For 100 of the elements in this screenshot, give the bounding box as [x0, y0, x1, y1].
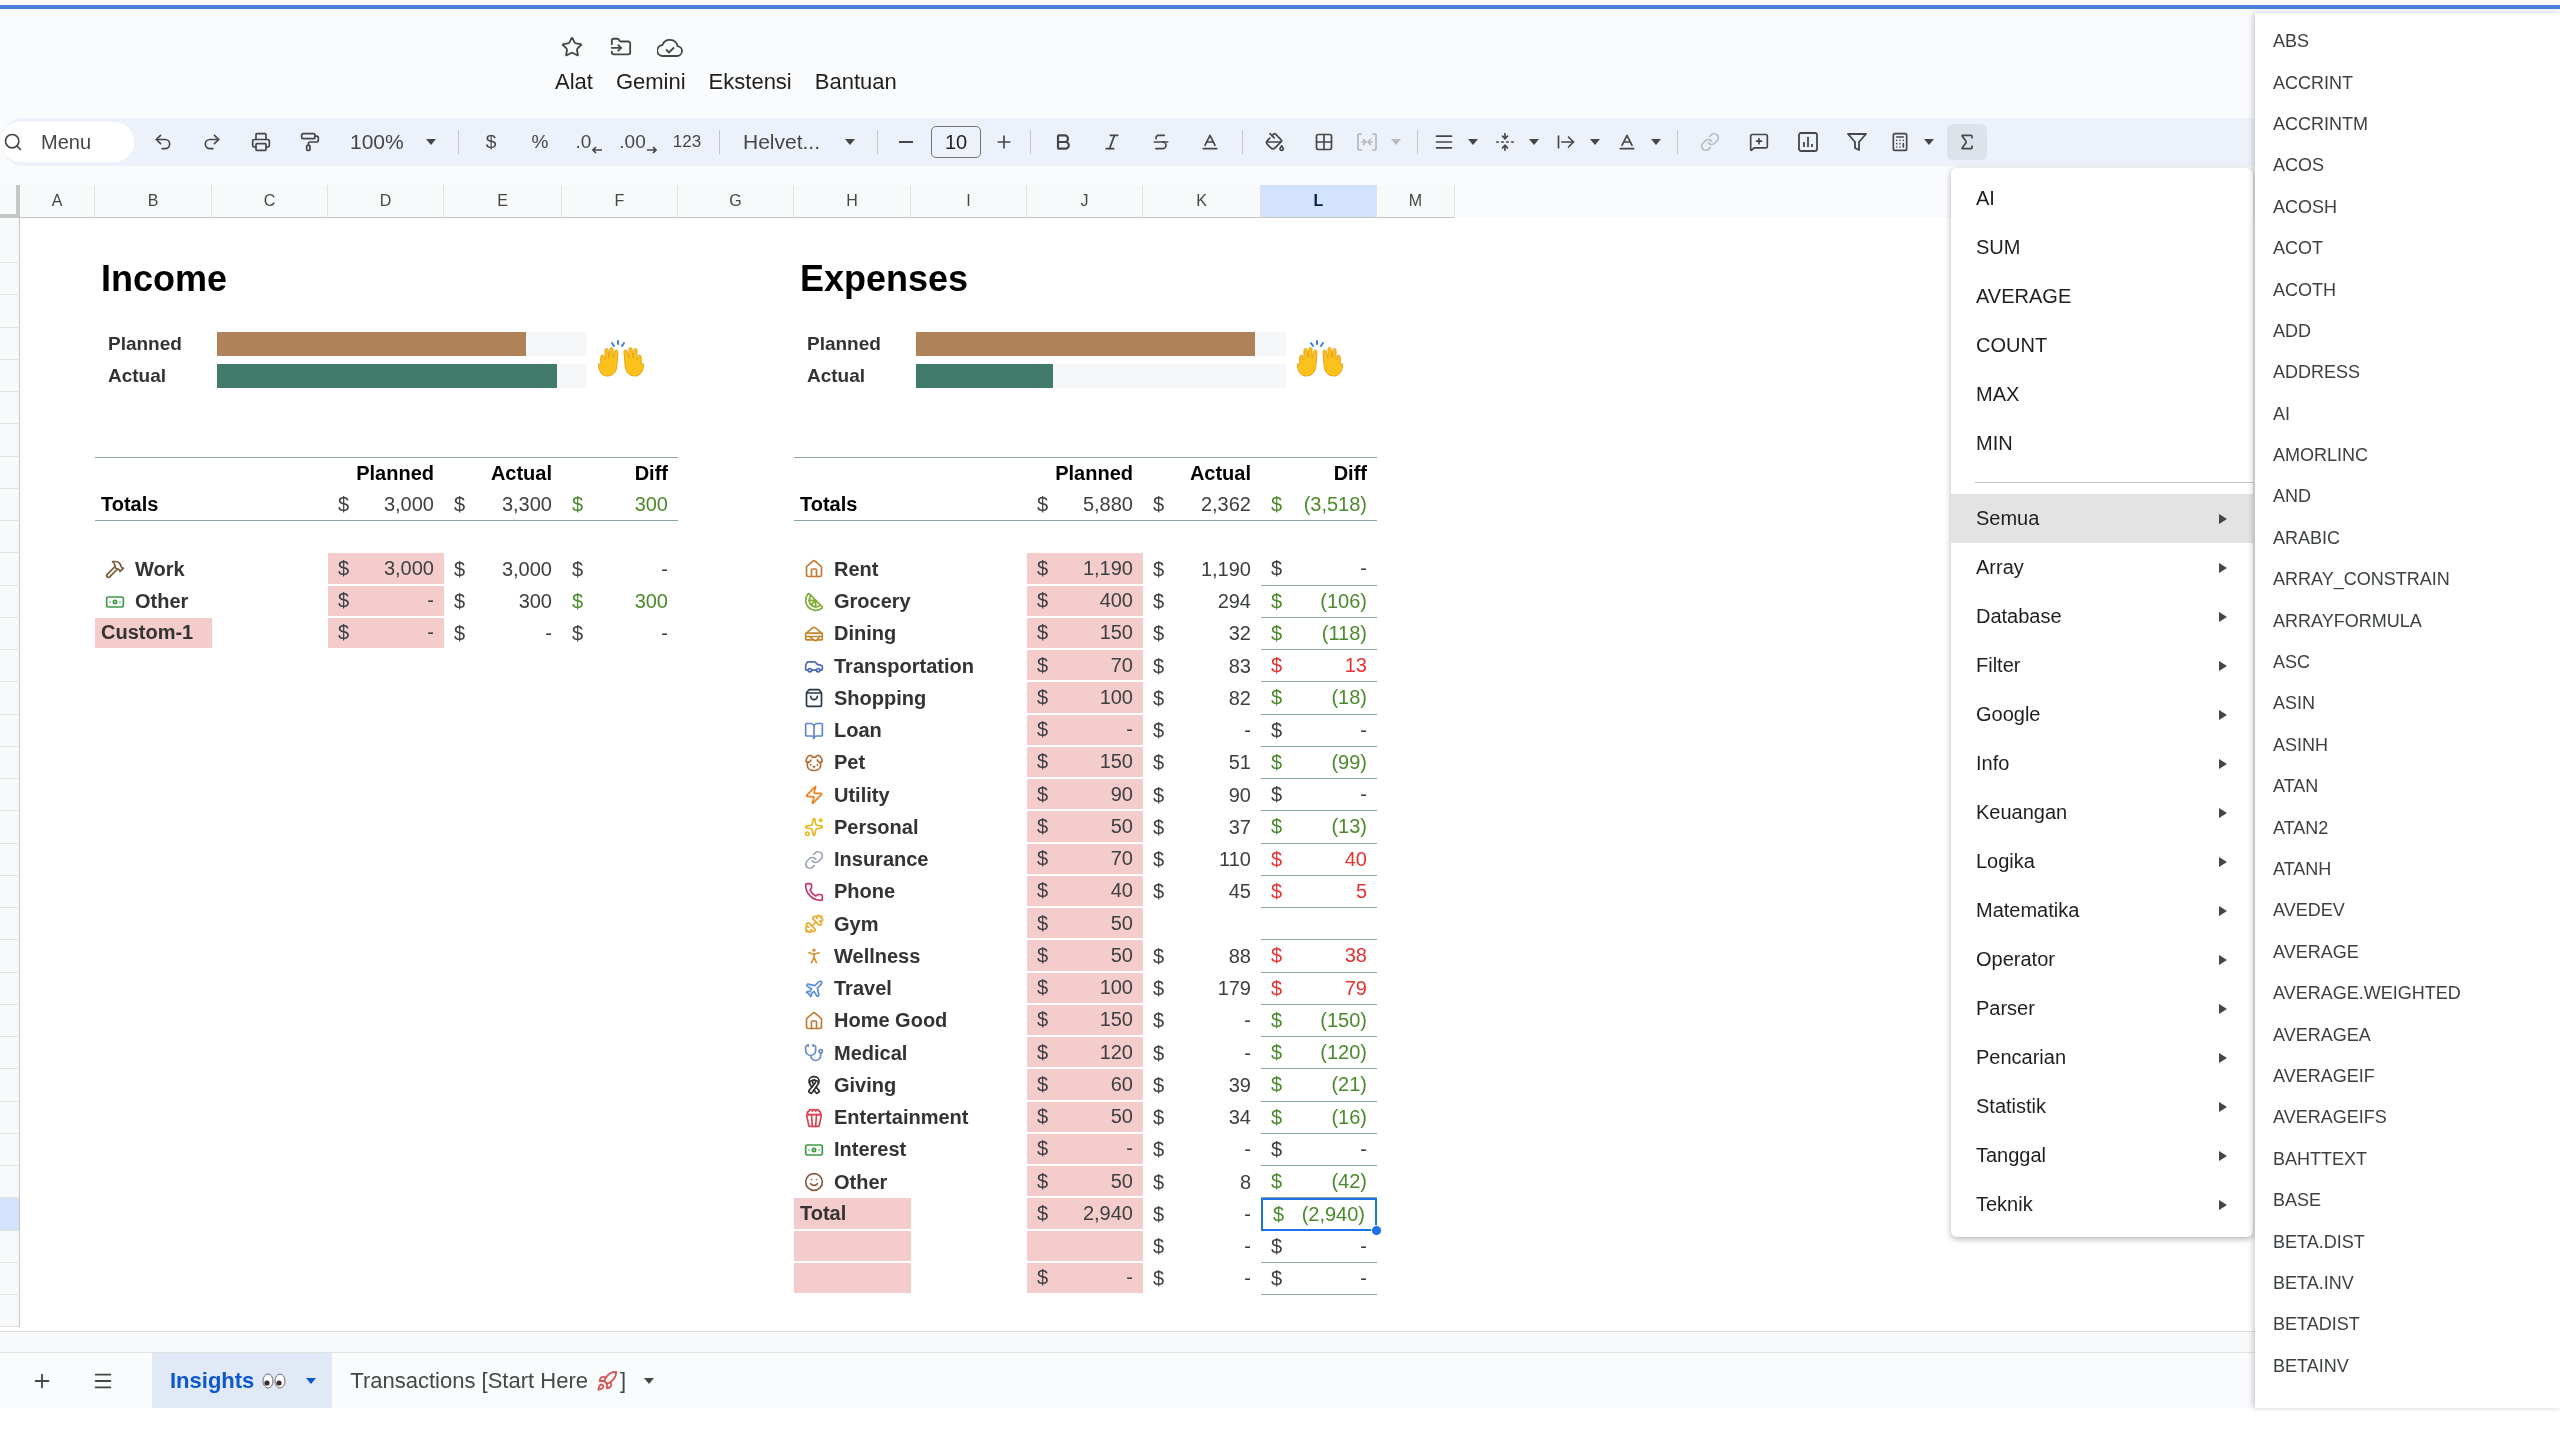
input-cell[interactable]: $ - — [1027, 714, 1143, 747]
function-item[interactable]: ARRAYFORMULA — [2255, 600, 2560, 642]
function-item[interactable]: AVERAGEIFS — [2255, 1097, 2560, 1139]
function-item[interactable]: ACOTH — [2255, 269, 2560, 311]
font-size-field[interactable]: 10 — [931, 126, 981, 158]
row-header[interactable] — [0, 392, 20, 425]
function-item[interactable]: AMORLINC — [2255, 434, 2560, 477]
number-format-button[interactable]: 123 — [667, 124, 707, 160]
function-item[interactable]: ARABIC — [2255, 517, 2560, 560]
input-cell[interactable]: $ 1,190 — [1027, 553, 1143, 586]
function-item[interactable]: BETA.DIST — [2255, 1221, 2560, 1263]
row-header[interactable] — [0, 263, 20, 296]
submenu-item[interactable]: Parser — [1951, 984, 2253, 1033]
function-item[interactable]: AVERAGEIF — [2255, 1055, 2560, 1098]
column-header[interactable]: J — [1027, 185, 1143, 218]
select-all-corner[interactable] — [0, 185, 20, 218]
function-item[interactable]: ARRAY_CONSTRAIN — [2255, 559, 2560, 601]
input-cell[interactable]: $ 150 — [1027, 1004, 1143, 1037]
zoom-dropdown[interactable]: 100% — [339, 124, 446, 160]
column-header[interactable]: A — [20, 185, 95, 218]
input-cell[interactable]: $ 70 — [1027, 843, 1143, 876]
input-cell[interactable]: $ 50 — [1027, 811, 1143, 844]
submenu-item[interactable]: Statistik — [1951, 1082, 2253, 1131]
menu-item[interactable]: Ekstensi — [708, 65, 792, 99]
menu-item[interactable]: MAX — [1951, 370, 2253, 419]
row-header[interactable] — [0, 553, 20, 586]
row-header[interactable] — [0, 218, 20, 263]
column-header[interactable]: I — [911, 185, 1027, 218]
currency-format-button[interactable]: $ — [471, 124, 511, 160]
percent-format-button[interactable]: % — [520, 124, 560, 160]
submenu-item[interactable]: Google — [1951, 690, 2253, 739]
increase-decimal-button[interactable]: .00 — [618, 124, 658, 160]
column-header[interactable]: G — [678, 185, 794, 218]
row-header[interactable] — [0, 1004, 20, 1037]
submenu-item[interactable]: Pencarian — [1951, 1033, 2253, 1082]
row-header[interactable] — [0, 843, 20, 876]
submenu-item[interactable]: Filter — [1951, 641, 2253, 690]
function-item[interactable]: ADDRESS — [2255, 352, 2560, 394]
submenu-item[interactable]: Matematika — [1951, 886, 2253, 935]
row-header[interactable] — [0, 617, 20, 650]
input-cell[interactable] — [1027, 1230, 1143, 1263]
menu-item[interactable]: MIN — [1951, 419, 2253, 468]
function-item[interactable]: AVERAGE.WEIGHTED — [2255, 973, 2560, 1015]
function-item[interactable]: AVERAGEA — [2255, 1014, 2560, 1056]
input-cell[interactable]: $ 3,000 — [328, 553, 444, 586]
function-item[interactable]: ADD — [2255, 310, 2560, 353]
input-cell[interactable]: $ 150 — [1027, 617, 1143, 650]
function-item[interactable]: BAHTTEXT — [2255, 1138, 2560, 1180]
function-item[interactable]: AI — [2255, 393, 2560, 435]
function-item[interactable]: AVEDEV — [2255, 890, 2560, 932]
sheet-tab[interactable]: Insights — [152, 1353, 333, 1408]
input-cell[interactable]: $ 120 — [1027, 1037, 1143, 1070]
input-cell[interactable]: $ 150 — [1027, 746, 1143, 779]
search-field[interactable]: Menu — [0, 122, 134, 162]
function-item[interactable]: ACOT — [2255, 227, 2560, 270]
column-header[interactable]: C — [212, 185, 328, 218]
row-header[interactable] — [0, 456, 20, 489]
menu-item[interactable]: AI — [1951, 174, 2253, 223]
function-item[interactable]: ACOSH — [2255, 186, 2560, 228]
row-header[interactable] — [0, 1230, 20, 1263]
input-cell[interactable]: $ - — [1027, 1262, 1143, 1295]
input-cell[interactable] — [794, 1262, 911, 1295]
column-header[interactable]: D — [328, 185, 444, 218]
input-cell[interactable]: Custom-1 — [95, 617, 212, 650]
column-header[interactable]: L — [1261, 185, 1377, 218]
submenu-item[interactable]: Semua — [1951, 494, 2253, 543]
row-header[interactable] — [0, 682, 20, 715]
input-cell[interactable]: $ 50 — [1027, 908, 1143, 941]
input-cell[interactable]: $ 400 — [1027, 585, 1143, 618]
menu-item[interactable]: Bantuan — [814, 65, 897, 99]
submenu-item[interactable]: Tanggal — [1951, 1131, 2253, 1180]
row-header[interactable] — [0, 908, 20, 941]
column-header[interactable]: F — [562, 185, 678, 218]
font-dropdown[interactable]: Helvet... — [732, 124, 865, 160]
sheet-tab[interactable]: Transactions [Start Here ] — [332, 1353, 671, 1408]
row-header[interactable] — [0, 1166, 20, 1199]
submenu-item[interactable]: Operator — [1951, 935, 2253, 984]
row-header[interactable] — [0, 875, 20, 908]
row-header[interactable] — [0, 295, 20, 328]
row-header[interactable] — [0, 714, 20, 747]
function-item[interactable]: AND — [2255, 476, 2560, 518]
row-header[interactable] — [0, 1262, 20, 1295]
submenu-item[interactable]: Info — [1951, 739, 2253, 788]
function-item[interactable]: ABS — [2255, 21, 2560, 63]
menu-item[interactable]: SUM — [1951, 223, 2253, 272]
function-item[interactable]: ACCRINTM — [2255, 103, 2560, 146]
function-item[interactable]: ASINH — [2255, 724, 2560, 767]
function-item[interactable]: ASC — [2255, 641, 2560, 684]
submenu-item[interactable]: Database — [1951, 592, 2253, 641]
row-header[interactable] — [0, 972, 20, 1005]
function-item[interactable]: AVERAGE — [2255, 931, 2560, 973]
submenu-item[interactable]: Array — [1951, 543, 2253, 592]
function-item[interactable]: ATANH — [2255, 848, 2560, 891]
input-cell[interactable]: $ 40 — [1027, 875, 1143, 908]
row-header[interactable] — [0, 1069, 20, 1102]
menu-item[interactable]: Gemini — [615, 65, 686, 99]
row-header[interactable] — [0, 811, 20, 844]
row-header[interactable] — [0, 650, 20, 683]
input-cell[interactable]: $ - — [1027, 1133, 1143, 1166]
function-item[interactable]: ACOS — [2255, 145, 2560, 187]
